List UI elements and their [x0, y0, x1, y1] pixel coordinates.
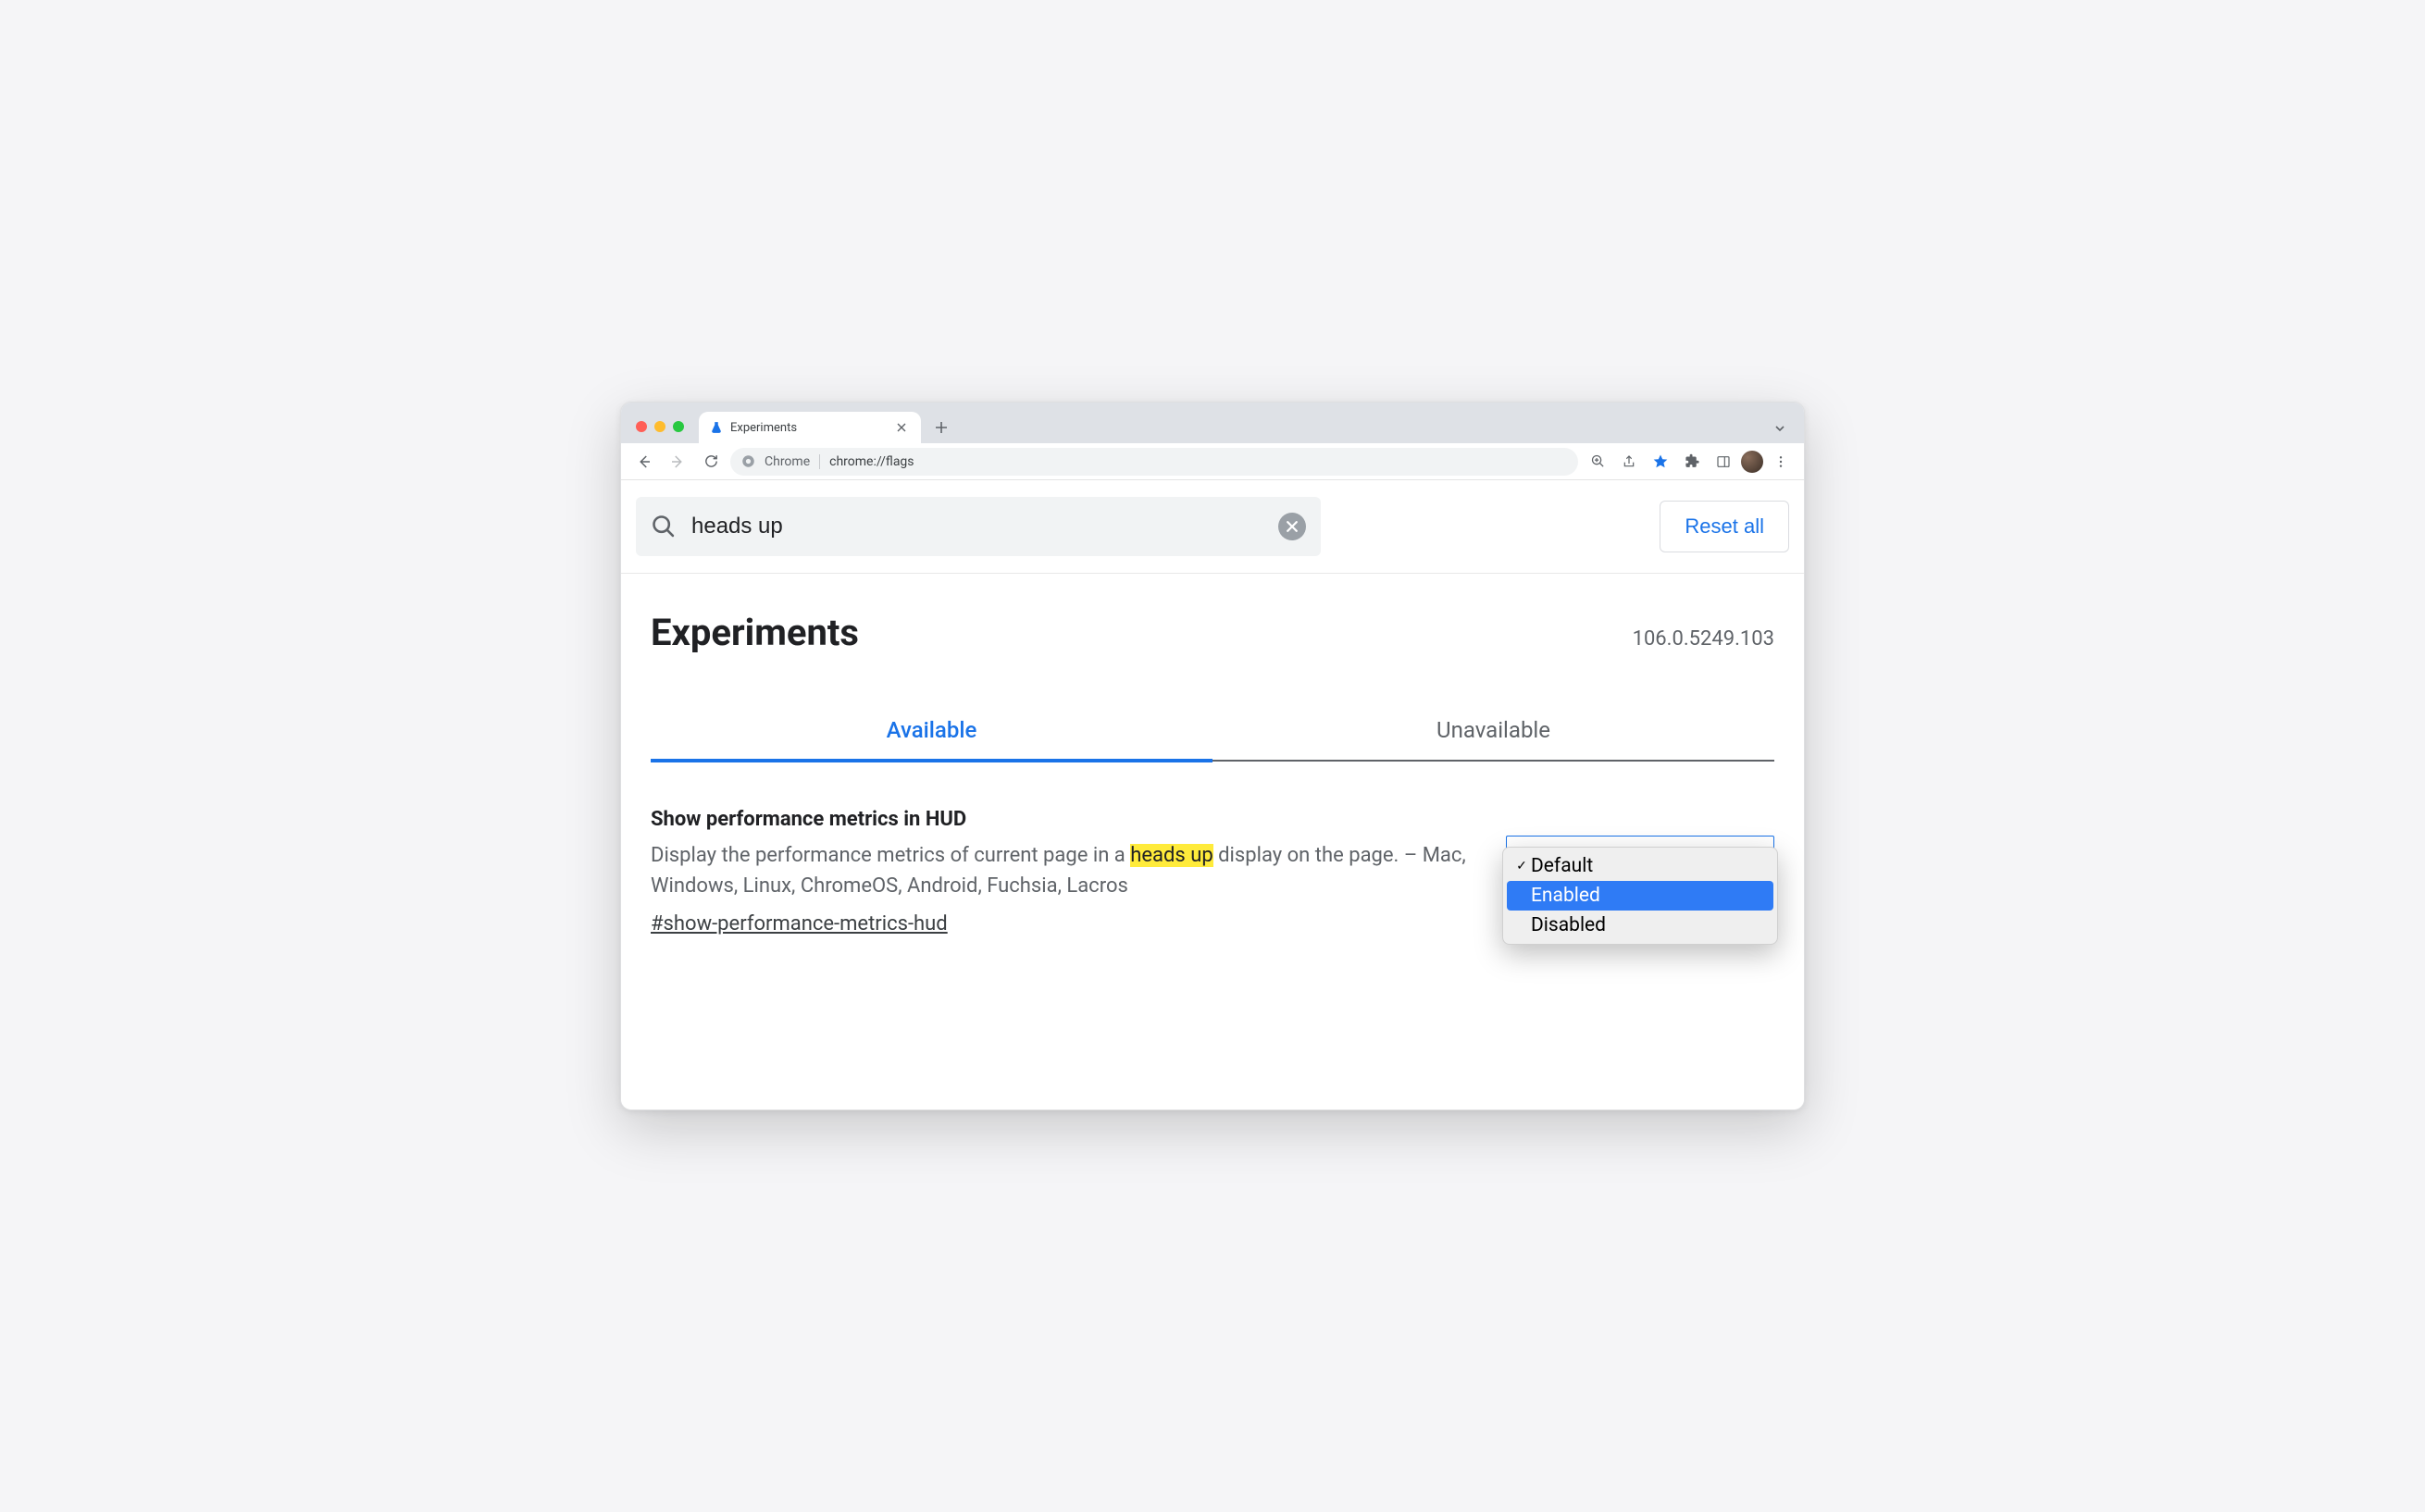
minimize-window-button[interactable]	[654, 421, 665, 432]
back-button[interactable]	[630, 448, 658, 476]
search-icon	[651, 514, 677, 539]
url-text: chrome://flags	[829, 454, 914, 469]
flag-desc-highlight: heads up	[1130, 844, 1212, 867]
browser-tab[interactable]: Experiments	[699, 412, 921, 443]
browser-window: Experiments Chrome chrom	[620, 402, 1805, 1110]
page-content: Experiments 106.0.5249.103 Available Una…	[621, 574, 1804, 991]
close-window-button[interactable]	[636, 421, 647, 432]
bookmark-star-icon[interactable]	[1647, 448, 1674, 476]
forward-button[interactable]	[664, 448, 691, 476]
experiment-tabs: Available Unavailable	[651, 700, 1774, 762]
flags-page: Reset all Experiments 106.0.5249.103 Ava…	[621, 480, 1804, 1109]
tab-unavailable[interactable]: Unavailable	[1212, 700, 1774, 760]
fullscreen-window-button[interactable]	[673, 421, 684, 432]
reload-button[interactable]	[697, 448, 725, 476]
address-bar[interactable]: Chrome chrome://flags	[730, 448, 1578, 476]
flag-anchor-link[interactable]: #show-performance-metrics-hud	[651, 912, 948, 936]
reset-all-button[interactable]: Reset all	[1660, 501, 1789, 552]
toolbar-actions	[1584, 448, 1795, 476]
option-label: Disabled	[1531, 914, 1606, 936]
flag-title: Show performance metrics in HUD	[651, 808, 1469, 831]
omnibox-divider	[819, 454, 820, 469]
dropdown-option-default[interactable]: ✓ Default	[1507, 851, 1773, 881]
close-tab-icon[interactable]	[893, 421, 910, 434]
search-input[interactable]	[691, 514, 1263, 539]
check-icon: ✓	[1514, 859, 1529, 874]
profile-avatar[interactable]	[1741, 451, 1763, 473]
flask-icon	[710, 421, 723, 434]
search-row: Reset all	[621, 480, 1804, 574]
side-panel-icon[interactable]	[1710, 448, 1737, 476]
option-label: Enabled	[1531, 885, 1600, 907]
flag-desc-pre: Display the performance metrics of curre…	[651, 844, 1130, 867]
tab-available[interactable]: Available	[651, 700, 1212, 760]
extensions-icon[interactable]	[1678, 448, 1706, 476]
page-title: Experiments	[651, 611, 859, 654]
tab-title: Experiments	[730, 421, 886, 435]
search-box	[636, 497, 1321, 556]
clear-search-button[interactable]	[1278, 513, 1306, 540]
window-controls	[630, 421, 690, 443]
kebab-menu-icon[interactable]	[1767, 448, 1795, 476]
tab-strip: Experiments	[621, 403, 1804, 443]
flag-description: Display the performance metrics of curre…	[651, 840, 1469, 901]
option-label: Default	[1531, 855, 1593, 877]
share-icon[interactable]	[1615, 448, 1643, 476]
zoom-icon[interactable]	[1584, 448, 1611, 476]
dropdown-option-disabled[interactable]: Disabled	[1507, 911, 1773, 940]
chrome-icon	[741, 454, 755, 468]
flag-dropdown[interactable]: ✓ Default Enabled Disabled	[1506, 808, 1774, 836]
new-tab-button[interactable]	[928, 415, 954, 440]
flag-entry: Show performance metrics in HUD Display …	[651, 808, 1774, 936]
tab-list-caret-icon[interactable]	[1774, 423, 1795, 443]
browser-toolbar: Chrome chrome://flags	[621, 443, 1804, 480]
origin-label: Chrome	[765, 454, 810, 469]
dropdown-menu: ✓ Default Enabled Disabled	[1502, 847, 1778, 945]
dropdown-option-enabled[interactable]: Enabled	[1507, 881, 1773, 911]
version-label: 106.0.5249.103	[1633, 627, 1774, 651]
